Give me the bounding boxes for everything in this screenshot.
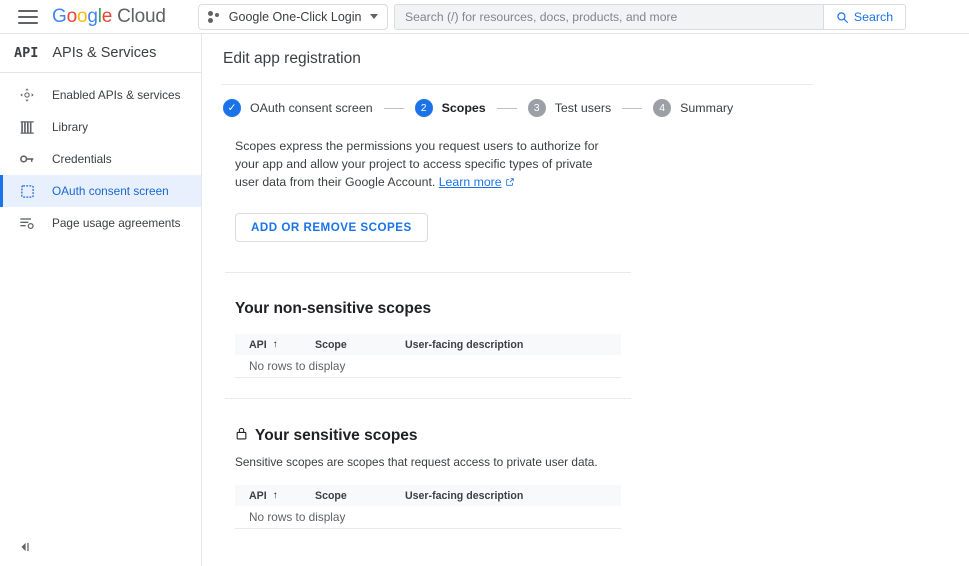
sidebar: API APIs & Services Enabled APIs & servi… bbox=[0, 34, 202, 566]
sidebar-item-label: Enabled APIs & services bbox=[52, 88, 181, 102]
sidebar-header: API APIs & Services bbox=[0, 34, 201, 72]
table-empty-row: No rows to display bbox=[235, 355, 621, 378]
column-header-description[interactable]: User-facing description bbox=[405, 339, 621, 351]
step-label: Summary bbox=[680, 101, 734, 115]
sidebar-item-enabled-apis[interactable]: Enabled APIs & services bbox=[0, 79, 201, 111]
sensitive-scopes-table: API ↑ Scope User-facing description No r… bbox=[235, 485, 621, 529]
collapse-panel-icon[interactable] bbox=[14, 536, 36, 558]
sidebar-nav: Enabled APIs & services Library Credenti… bbox=[0, 73, 201, 239]
step-badge: 4 bbox=[653, 99, 672, 117]
sort-ascending-icon: ↑ bbox=[272, 339, 278, 350]
external-link-icon bbox=[505, 174, 515, 192]
column-header-api-label: API bbox=[249, 338, 267, 351]
top-app-bar: Google Cloud Google One-Click Login Sear… bbox=[0, 0, 969, 34]
consent-screen-icon bbox=[18, 182, 36, 200]
sidebar-item-label: Credentials bbox=[52, 152, 112, 166]
sidebar-item-label: Page usage agreements bbox=[52, 216, 181, 230]
step-connector bbox=[496, 107, 517, 109]
search-input[interactable] bbox=[395, 5, 823, 29]
sort-ascending-icon: ↑ bbox=[272, 490, 278, 501]
step-oauth-consent-screen[interactable]: ✓ OAuth consent screen bbox=[223, 99, 373, 117]
google-cloud-logo[interactable]: Google Cloud bbox=[52, 6, 166, 28]
search-button[interactable]: Search bbox=[823, 5, 905, 29]
google-wordmark: Google bbox=[52, 5, 113, 27]
column-header-api[interactable]: API ↑ bbox=[235, 339, 315, 351]
lock-icon bbox=[235, 426, 248, 446]
dashboard-move-icon bbox=[18, 86, 36, 104]
sidebar-item-credentials[interactable]: Credentials bbox=[0, 143, 201, 175]
step-label: Test users bbox=[554, 101, 612, 115]
sidebar-item-oauth-consent-screen[interactable]: OAuth consent screen bbox=[0, 175, 201, 207]
sidebar-item-library[interactable]: Library bbox=[0, 111, 201, 143]
key-icon bbox=[18, 150, 36, 168]
column-header-scope[interactable]: Scope bbox=[315, 339, 405, 351]
step-badge: 3 bbox=[527, 99, 546, 117]
step-connector bbox=[622, 107, 643, 109]
column-header-description[interactable]: User-facing description bbox=[405, 490, 621, 502]
step-label: OAuth consent screen bbox=[250, 101, 373, 115]
main-content: Edit app registration ✓ OAuth consent sc… bbox=[203, 34, 969, 566]
sidebar-title: APIs & Services bbox=[52, 45, 157, 61]
learn-more-link[interactable]: Learn more bbox=[439, 175, 502, 189]
step-scopes[interactable]: 2 Scopes bbox=[414, 99, 486, 117]
table-empty-row: No rows to display bbox=[235, 506, 621, 529]
non-sensitive-scopes-title: Your non-sensitive scopes bbox=[235, 300, 432, 317]
api-logo: API bbox=[14, 45, 39, 61]
column-header-api[interactable]: API ↑ bbox=[235, 490, 315, 502]
chevron-down-icon bbox=[369, 14, 378, 19]
library-icon bbox=[18, 118, 36, 136]
stepper: ✓ OAuth consent screen 2 Scopes 3 Test u… bbox=[203, 85, 969, 117]
step-test-users[interactable]: 3 Test users bbox=[527, 99, 612, 117]
step-summary[interactable]: 4 Summary bbox=[653, 99, 733, 117]
search-button-label: Search bbox=[853, 10, 894, 24]
scopes-description-text: Scopes express the permissions you reque… bbox=[235, 139, 599, 189]
search-icon bbox=[837, 11, 848, 23]
table-header-row: API ↑ Scope User-facing description bbox=[235, 485, 621, 506]
sidebar-item-label: OAuth consent screen bbox=[52, 184, 169, 198]
step-badge: 2 bbox=[414, 99, 433, 117]
sidebar-item-label: Library bbox=[52, 120, 89, 134]
scopes-description: Scopes express the permissions you reque… bbox=[235, 137, 615, 192]
add-or-remove-scopes-button[interactable]: ADD OR REMOVE SCOPES bbox=[235, 213, 428, 242]
column-header-scope[interactable]: Scope bbox=[315, 490, 405, 502]
scopes-panel: Scopes express the permissions you reque… bbox=[203, 117, 969, 529]
sidebar-item-page-usage-agreements[interactable]: Page usage agreements bbox=[0, 207, 201, 239]
non-sensitive-scopes-heading: Your non-sensitive scopes bbox=[235, 300, 969, 318]
non-sensitive-scopes-table: API ↑ Scope User-facing description No r… bbox=[235, 334, 621, 378]
step-badge-done-icon: ✓ bbox=[223, 99, 241, 117]
sensitive-scopes-title: Your sensitive scopes bbox=[255, 427, 418, 444]
step-connector bbox=[383, 107, 404, 109]
page-agreement-icon bbox=[18, 214, 36, 232]
project-dots-icon bbox=[207, 10, 221, 23]
project-selector[interactable]: Google One-Click Login bbox=[197, 3, 388, 30]
hamburger-icon[interactable] bbox=[18, 9, 38, 24]
page-title: Edit app registration bbox=[223, 50, 361, 67]
column-header-api-label: API bbox=[249, 489, 267, 502]
search-bar[interactable]: Search bbox=[394, 4, 906, 30]
project-name: Google One-Click Login bbox=[228, 9, 362, 24]
step-label: Scopes bbox=[441, 101, 486, 115]
sensitive-scopes-subtitle: Sensitive scopes are scopes that request… bbox=[235, 455, 598, 469]
sensitive-scopes-heading: Your sensitive scopes bbox=[235, 426, 969, 446]
table-header-row: API ↑ Scope User-facing description bbox=[235, 334, 621, 355]
cloud-wordmark: Cloud bbox=[117, 5, 166, 27]
